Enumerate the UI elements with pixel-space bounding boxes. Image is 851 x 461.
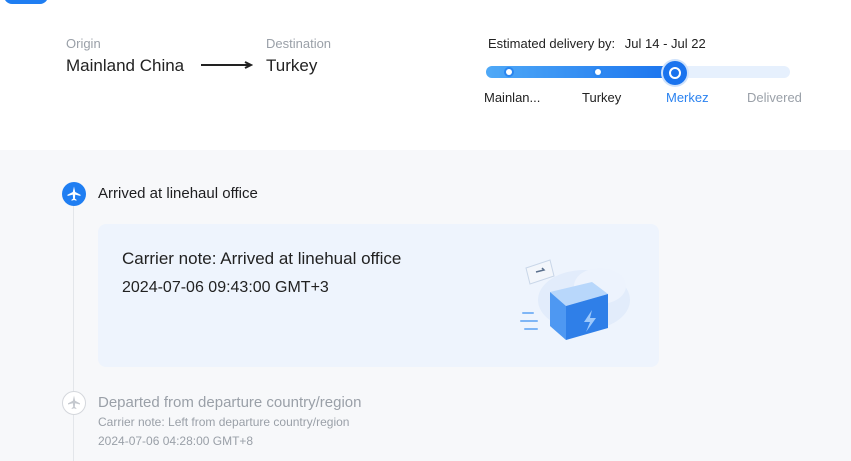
stage-delivered: Delivered <box>747 90 802 105</box>
stage-turkey: Turkey <box>582 90 622 105</box>
destination-block: Destination Turkey <box>266 36 331 76</box>
event-timestamp-past: 2024-07-06 04:28:00 GMT+8 <box>98 434 254 448</box>
origin-label: Origin <box>66 36 101 51</box>
shipment-summary-card: Origin Mainland China Destination Turkey… <box>0 0 851 150</box>
destination-label: Destination <box>266 36 332 51</box>
progress-dot-current <box>663 61 687 85</box>
progress-dot-turkey <box>593 67 603 77</box>
estimated-delivery: Estimated delivery by: Jul 14 - Jul 22 <box>488 36 706 51</box>
estimated-delivery-label: Estimated delivery by: <box>488 36 616 51</box>
plane-icon-past <box>62 391 86 415</box>
estimated-delivery-range: Jul 14 - Jul 22 <box>624 36 706 51</box>
top-corner-button[interactable] <box>4 0 48 4</box>
route-arrow-icon <box>201 61 253 69</box>
event-title-past: Departed from departure country/region <box>98 394 362 411</box>
plane-icon <box>62 182 86 206</box>
destination-value: Turkey <box>266 56 318 75</box>
carrier-note-past: Carrier note: Left from departure countr… <box>98 415 350 429</box>
origin-value: Mainland China <box>66 56 185 75</box>
carrier-note: Carrier note: Arrived at linehual office <box>122 249 402 268</box>
timeline-line <box>73 205 74 461</box>
carrier-note-card: Carrier note: Arrived at linehual office… <box>98 224 659 367</box>
progress-fill <box>486 66 675 78</box>
event-timestamp: 2024-07-06 09:43:00 GMT+3 <box>122 279 329 296</box>
stage-origin: Mainlan... <box>484 90 541 105</box>
event-title: Arrived at linehaul office <box>98 185 258 202</box>
progress-dot-origin <box>504 67 514 77</box>
delivery-progress-bar <box>486 66 790 78</box>
stage-merkez: Merkez <box>666 90 709 105</box>
origin-block: Origin Mainland China <box>66 36 184 76</box>
package-illustration-icon <box>520 259 630 340</box>
